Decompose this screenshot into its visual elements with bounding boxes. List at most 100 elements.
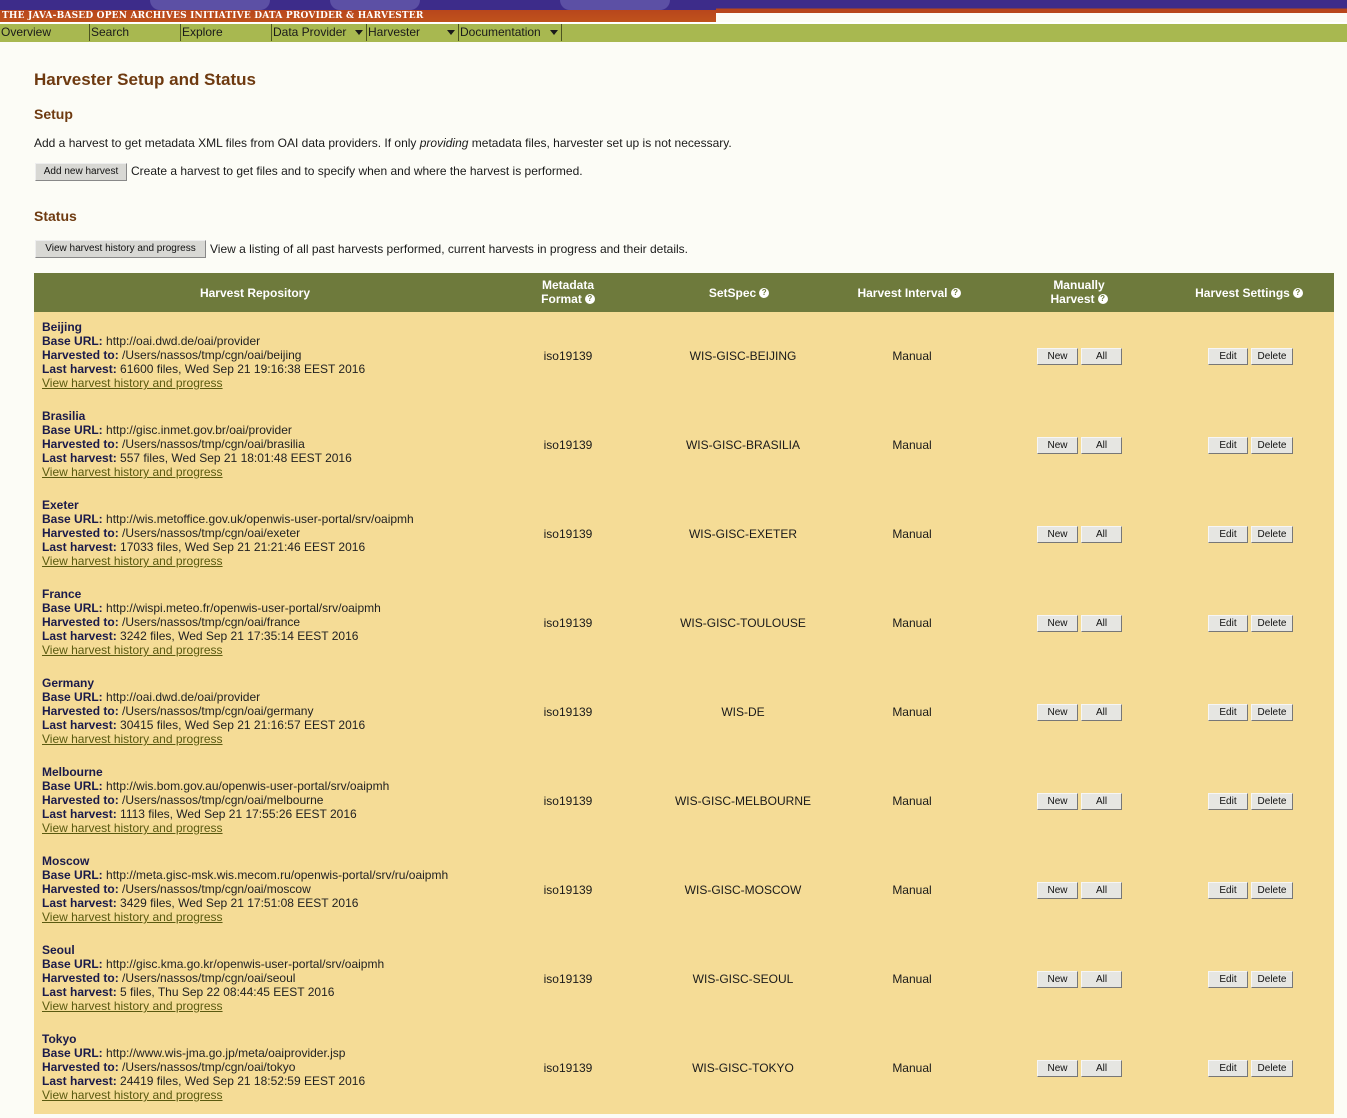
table-row: Beijing Base URL: http://oai.dwd.de/oai/… [34, 312, 1334, 401]
help-icon[interactable]: ? [759, 288, 770, 298]
delete-harvest-button[interactable]: Delete [1251, 971, 1293, 988]
nav-label: Documentation [460, 25, 541, 39]
edit-harvest-button[interactable]: Edit [1208, 437, 1248, 454]
base-url-line: Base URL: http://wis.bom.gov.au/openwis-… [42, 779, 389, 793]
view-harvest-history-button[interactable]: View harvest history and progress [35, 240, 206, 258]
nav-label: Search [91, 25, 130, 39]
harvest-all-button[interactable]: All [1081, 971, 1122, 988]
last-harvest-value: 30415 files, Wed Sep 21 21:16:57 EEST 20… [120, 718, 366, 732]
harvested-to-value: /Users/nassos/tmp/cgn/oai/melbourne [122, 793, 324, 807]
col-header-settings: Harvest Settings? [1174, 286, 1324, 300]
view-history-link[interactable]: View harvest history and progress [42, 821, 223, 835]
harvest-all-button[interactable]: All [1081, 1060, 1122, 1077]
header-label: Harvest [1050, 292, 1095, 306]
edit-harvest-button[interactable]: Edit [1208, 882, 1248, 899]
setspec: WIS-GISC-BEIJING [689, 349, 797, 363]
delete-harvest-button[interactable]: Delete [1251, 437, 1293, 454]
harvested-to-line: Harvested to: /Users/nassos/tmp/cgn/oai/… [42, 348, 365, 362]
harvested-to-value: /Users/nassos/tmp/cgn/oai/tokyo [122, 1060, 296, 1074]
harvest-all-button[interactable]: All [1081, 704, 1122, 721]
status-heading: Status [34, 208, 77, 224]
harvest-new-button[interactable]: New [1037, 526, 1078, 543]
edit-harvest-button[interactable]: Edit [1208, 704, 1248, 721]
harvest-new-button[interactable]: New [1037, 704, 1078, 721]
harvest-all-button[interactable]: All [1081, 348, 1122, 365]
help-icon[interactable]: ? [950, 288, 961, 298]
nav-search[interactable]: Search [90, 24, 181, 41]
help-icon[interactable]: ? [584, 294, 595, 304]
harvest-new-button[interactable]: New [1037, 971, 1078, 988]
edit-harvest-button[interactable]: Edit [1208, 1060, 1248, 1077]
view-history-link[interactable]: View harvest history and progress [42, 1088, 223, 1102]
metadata-format: iso19139 [543, 527, 593, 541]
nav-harvester[interactable]: Harvester [367, 24, 459, 41]
edit-harvest-button[interactable]: Edit [1208, 793, 1248, 810]
table-body: Beijing Base URL: http://oai.dwd.de/oai/… [34, 312, 1334, 1114]
last-harvest-line: Last harvest: 17033 files, Wed Sep 21 21… [42, 540, 414, 554]
delete-harvest-button[interactable]: Delete [1251, 704, 1293, 721]
harvest-new-button[interactable]: New [1037, 793, 1078, 810]
last-harvest-label: Last harvest: [42, 718, 117, 732]
last-harvest-line: Last harvest: 3429 files, Wed Sep 21 17:… [42, 896, 448, 910]
repository-name: Moscow [42, 854, 90, 868]
help-icon[interactable]: ? [1097, 294, 1108, 304]
metadata-format: iso19139 [543, 794, 593, 808]
edit-harvest-button[interactable]: Edit [1208, 615, 1248, 632]
delete-harvest-button[interactable]: Delete [1251, 348, 1293, 365]
harvest-new-button[interactable]: New [1037, 348, 1078, 365]
base-url-label: Base URL: [42, 779, 103, 793]
edit-harvest-button[interactable]: Edit [1208, 971, 1248, 988]
nav-label: Explore [182, 25, 223, 39]
view-history-link[interactable]: View harvest history and progress [42, 376, 223, 390]
harvest-all-button[interactable]: All [1081, 437, 1122, 454]
last-harvest-value: 24419 files, Wed Sep 21 18:52:59 EEST 20… [120, 1074, 366, 1088]
harvest-all-button[interactable]: All [1081, 793, 1122, 810]
base-url-line: Base URL: http://www.wis-jma.go.jp/meta/… [42, 1046, 365, 1060]
nav-overview[interactable]: Overview [0, 24, 90, 41]
harvest-new-button[interactable]: New [1037, 615, 1078, 632]
view-history-link[interactable]: View harvest history and progress [42, 910, 223, 924]
harvested-to-value: /Users/nassos/tmp/cgn/oai/moscow [122, 882, 311, 896]
view-history-link[interactable]: View harvest history and progress [42, 732, 223, 746]
view-history-link[interactable]: View harvest history and progress [42, 643, 223, 657]
harvest-all-button[interactable]: All [1081, 615, 1122, 632]
nav-explore[interactable]: Explore [181, 24, 272, 41]
harvest-all-button[interactable]: All [1081, 882, 1122, 899]
view-history-link[interactable]: View harvest history and progress [42, 465, 223, 479]
table-row: Exeter Base URL: http://wis.metoffice.go… [34, 490, 1334, 579]
nav-documentation[interactable]: Documentation [459, 24, 562, 41]
base-url-label: Base URL: [42, 334, 103, 348]
harvest-interval: Manual [892, 527, 932, 541]
harvested-to-label: Harvested to: [42, 526, 119, 540]
add-new-harvest-button[interactable]: Add new harvest [35, 163, 127, 181]
view-history-link[interactable]: View harvest history and progress [42, 999, 223, 1013]
harvest-new-button[interactable]: New [1037, 882, 1078, 899]
header-label: Format [541, 292, 582, 306]
chevron-down-icon [447, 30, 455, 35]
harvest-new-button[interactable]: New [1037, 437, 1078, 454]
delete-harvest-button[interactable]: Delete [1251, 793, 1293, 810]
page-title: Harvester Setup and Status [34, 70, 257, 89]
repository-name: France [42, 587, 82, 601]
delete-harvest-button[interactable]: Delete [1251, 526, 1293, 543]
table-row: Tokyo Base URL: http://www.wis-jma.go.jp… [34, 1024, 1334, 1113]
help-icon[interactable]: ? [1292, 288, 1303, 298]
edit-harvest-button[interactable]: Edit [1208, 526, 1248, 543]
edit-harvest-button[interactable]: Edit [1208, 348, 1248, 365]
repository-name: Brasilia [42, 409, 86, 423]
harvest-all-button[interactable]: All [1081, 526, 1122, 543]
harvested-to-line: Harvested to: /Users/nassos/tmp/cgn/oai/… [42, 793, 389, 807]
delete-harvest-button[interactable]: Delete [1251, 882, 1293, 899]
last-harvest-line: Last harvest: 557 files, Wed Sep 21 18:0… [42, 451, 352, 465]
header-label: Harvest Settings [1195, 286, 1290, 300]
delete-harvest-button[interactable]: Delete [1251, 615, 1293, 632]
view-history-link[interactable]: View harvest history and progress [42, 554, 223, 568]
header-label: Metadata [541, 278, 594, 292]
repository-name: Germany [42, 676, 95, 690]
setup-desc-text: metadata files, harvester set up is not … [468, 136, 732, 150]
harvest-new-button[interactable]: New [1037, 1060, 1078, 1077]
delete-harvest-button[interactable]: Delete [1251, 1060, 1293, 1077]
last-harvest-value: 3429 files, Wed Sep 21 17:51:08 EEST 201… [120, 896, 359, 910]
nav-data-provider[interactable]: Data Provider [272, 24, 367, 41]
last-harvest-label: Last harvest: [42, 896, 117, 910]
